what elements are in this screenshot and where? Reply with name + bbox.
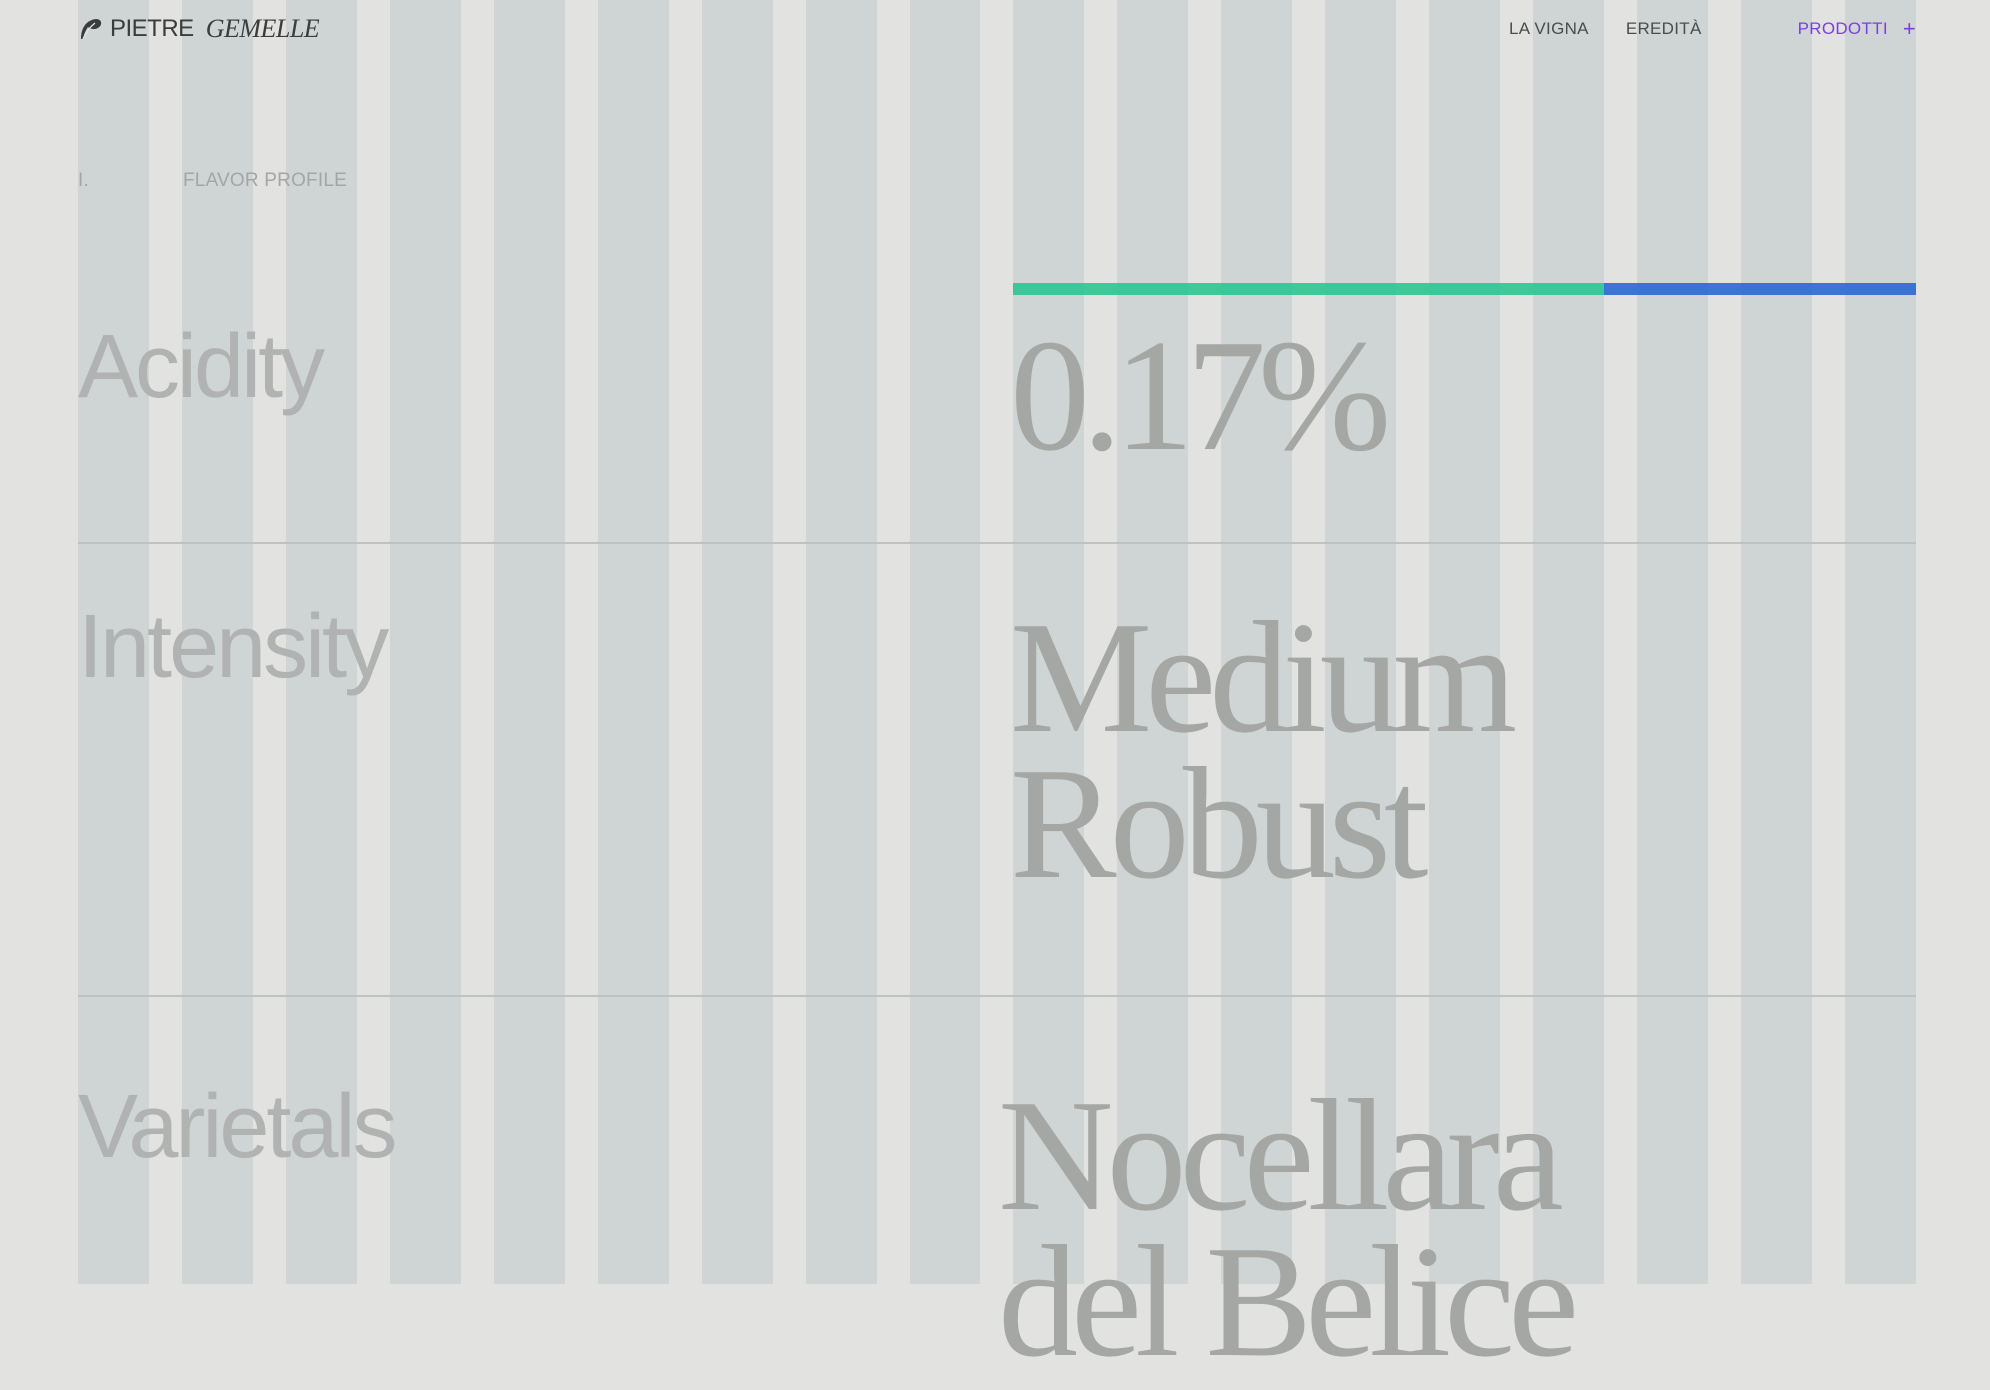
varietals-label: Varietals (78, 1077, 397, 1177)
section-number: I. (78, 170, 89, 191)
main-nav: LA VIGNA EREDITÀ PRODOTTI + (1472, 12, 1916, 46)
nav-link-eredita[interactable]: EREDITÀ (1626, 19, 1702, 39)
nav-products-button[interactable]: PRODOTTI + (1798, 18, 1916, 40)
intensity-value-line: Medium (1010, 588, 1517, 766)
intensity-value: Medium Robust (1010, 588, 1517, 912)
plus-icon: + (1902, 16, 1916, 41)
acidity-indicator-remainder (1604, 283, 1916, 295)
brand-logo[interactable]: PIETRE GEMELLE (78, 14, 320, 44)
nav-products-label: PRODOTTI (1797, 19, 1888, 38)
site-header: PIETRE GEMELLE LA VIGNA EREDITÀ PRODOTTI… (78, 12, 1916, 46)
brand-name-italic: GEMELLE (205, 14, 320, 43)
acidity-label: Acidity (78, 317, 325, 417)
varietals-value-line: del Belice (998, 1212, 1579, 1390)
row-divider (78, 542, 1916, 544)
acidity-indicator-bar (1013, 283, 1916, 295)
page: PIETRE GEMELLE LA VIGNA EREDITÀ PRODOTTI… (0, 0, 1990, 1381)
brand-name: PIETRE (110, 15, 194, 42)
section-title: FLAVOR PROFILE (183, 170, 347, 191)
row-divider (78, 995, 1916, 997)
intensity-label: Intensity (78, 597, 389, 697)
varietals-value: Nocellara del Belice (998, 1066, 1579, 1390)
varietals-value-line: Nocellara (998, 1066, 1564, 1244)
olive-leaf-icon (81, 19, 102, 40)
nav-link-la-vigna[interactable]: LA VIGNA (1509, 19, 1589, 39)
intensity-value-line: Robust (1010, 734, 1428, 912)
acidity-indicator-fill (1013, 283, 1605, 295)
acidity-value: 0.17% (1010, 306, 1391, 484)
